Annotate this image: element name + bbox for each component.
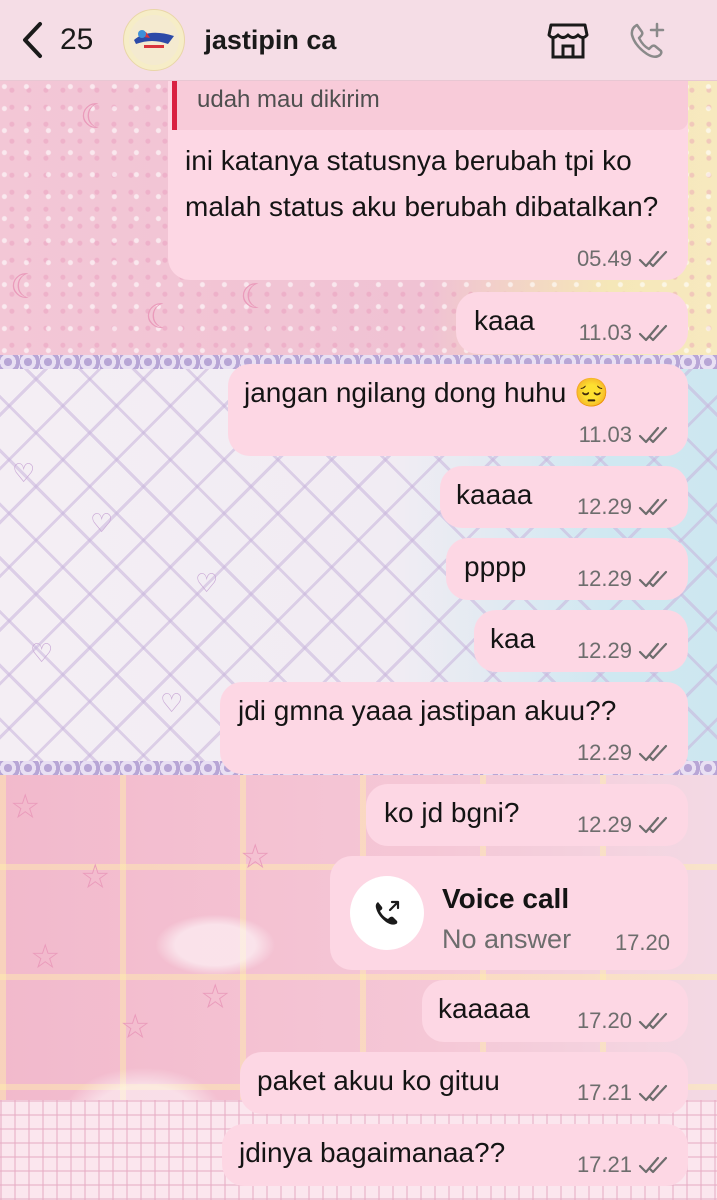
message-time: 05.49 [576, 246, 632, 271]
message-text: jangan ngilang dong huhu 😔 [244, 377, 609, 408]
message-meta: 17.21 [577, 1152, 670, 1178]
outgoing-call-icon [375, 900, 400, 925]
heart-decoration: ♡ [30, 638, 54, 668]
message-bubble[interactable]: paket akuu ko gituu 17.21 [240, 1052, 688, 1114]
message-bubble[interactable]: kaa 12.29 [474, 610, 688, 672]
double-check-icon [638, 744, 668, 762]
message-text: jdinya bagaimanaa?? [239, 1137, 506, 1168]
back-button[interactable]: 25 [20, 21, 93, 59]
call-icon-container [350, 876, 424, 950]
voice-call-status: No answer [442, 924, 572, 954]
message-meta: 12.29 [577, 566, 670, 592]
chat-title[interactable]: jastipin ca [204, 25, 336, 56]
shop-logo-icon [129, 15, 180, 65]
add-call-icon[interactable] [627, 20, 667, 60]
message-bubble[interactable]: kaaaa 12.29 [440, 466, 688, 528]
star-decoration: ☆ [240, 838, 271, 876]
message-meta: 12.29 [577, 812, 670, 838]
double-check-icon [638, 570, 668, 588]
message-meta: 11.03 [579, 320, 670, 346]
message-text: kaa [490, 623, 536, 654]
message-text: kaaa [474, 305, 535, 336]
message-time: 12.29 [576, 740, 632, 765]
message-time: 11.03 [578, 422, 632, 447]
message-time: 12.29 [576, 566, 632, 591]
message-text: jdi gmna yaaa jastipan akuu?? [238, 695, 617, 726]
star-decoration: ☆ [10, 788, 41, 826]
message-time: 17.20 [614, 930, 670, 955]
message-bubble[interactable]: pppp 12.29 [446, 538, 688, 600]
message-text: pppp [464, 551, 527, 582]
star-decoration: ☆ [200, 978, 231, 1016]
message-time: 17.21 [576, 1152, 632, 1177]
star-decoration: ☆ [30, 938, 61, 976]
message-meta: 12.29 [577, 638, 670, 664]
double-check-icon [638, 498, 668, 516]
message-bubble[interactable]: kaaa 11.03 [456, 292, 688, 354]
quoted-reply[interactable]: udah mau dikirim [172, 80, 688, 130]
chevron-left-icon [23, 22, 42, 58]
message-text: kaaaa [456, 479, 533, 510]
moon-decoration: ☾ [80, 98, 111, 136]
unread-count: 25 [60, 23, 94, 56]
message-time: 17.21 [576, 1080, 632, 1105]
heart-decoration: ♡ [12, 458, 36, 488]
double-check-icon [638, 816, 668, 834]
double-check-icon [638, 426, 668, 444]
heart-decoration: ♡ [90, 508, 114, 538]
double-check-icon [638, 1012, 668, 1030]
message-bubble[interactable]: jdi gmna yaaa jastipan akuu?? 12.29 [220, 682, 688, 774]
star-decoration: ☆ [80, 858, 111, 896]
quoted-reply-text: udah mau dikirim [197, 86, 380, 113]
message-meta: 17.20 [615, 930, 670, 956]
message-bubble[interactable]: kaaaaa 17.20 [422, 980, 688, 1042]
moon-decoration: ☾ [240, 278, 271, 316]
message-text: kaaaaa [438, 993, 530, 1024]
moon-decoration: ☾ [145, 298, 176, 336]
double-check-icon [638, 642, 668, 660]
message-meta: 17.20 [577, 1008, 670, 1034]
double-check-icon [638, 1084, 668, 1102]
double-check-icon [638, 1156, 668, 1174]
star-decoration: ☆ [120, 1008, 151, 1046]
double-check-icon [638, 324, 668, 342]
message-meta: 12.29 [577, 494, 670, 520]
message-text: ini katanya statusnya berubah tpi ko mal… [185, 145, 659, 222]
message-text: ko jd bgni? [384, 797, 520, 828]
message-time: 12.29 [576, 812, 632, 837]
message-bubble[interactable]: jdinya bagaimanaa?? 17.21 [222, 1124, 688, 1186]
message-meta: 12.29 [577, 740, 670, 766]
message-bubble[interactable]: jangan ngilang dong huhu 😔 11.03 [228, 364, 688, 456]
message-bubble[interactable]: ko jd bgni? 12.29 [366, 784, 688, 846]
chat-header: 25 jastipin ca [0, 0, 717, 81]
message-text: paket akuu ko gituu [257, 1065, 500, 1096]
message-meta: 17.21 [577, 1080, 670, 1106]
heart-decoration: ♡ [160, 688, 184, 718]
avatar[interactable] [123, 9, 186, 71]
moon-decoration: ☾ [10, 268, 41, 306]
heart-decoration: ♡ [195, 568, 219, 598]
message-meta: 05.49 [577, 246, 670, 272]
message-time: 11.03 [578, 320, 632, 345]
message-time: 17.20 [576, 1008, 632, 1033]
voice-call-bubble[interactable]: Voice call No answer 17.20 [330, 856, 688, 970]
message-meta: 11.03 [579, 422, 670, 448]
message-time: 12.29 [576, 638, 632, 663]
storefront-icon[interactable] [547, 19, 589, 61]
double-check-icon [638, 250, 668, 268]
message-time: 12.29 [576, 494, 632, 519]
